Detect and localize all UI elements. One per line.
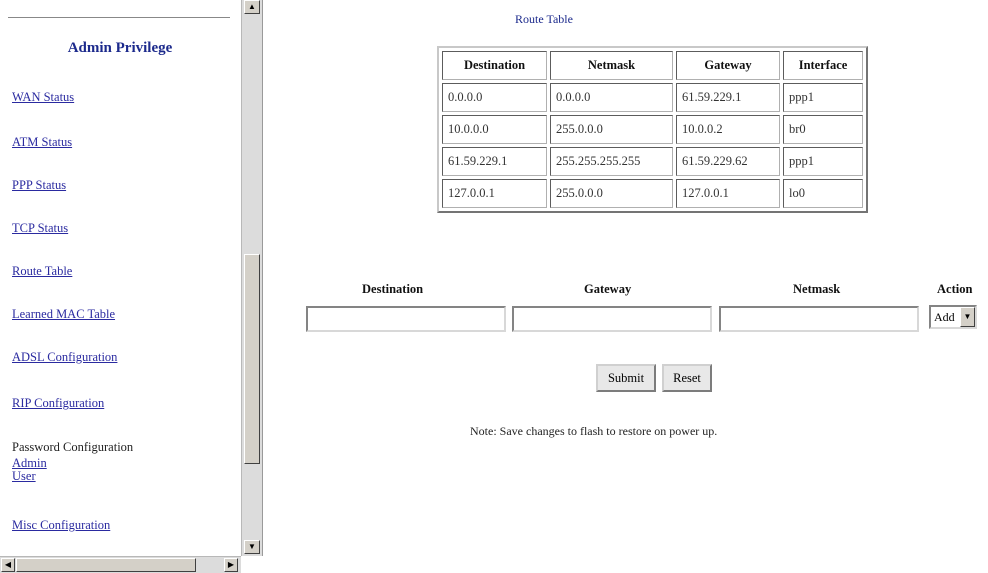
column-header-gateway: Gateway: [676, 51, 780, 80]
page-title: Route Table: [515, 12, 573, 26]
left-nav-frame: Admin Privilege WAN Status ATM Status PP…: [0, 0, 264, 573]
cell-netmask: 255.0.0.0: [550, 115, 673, 144]
cell-destination: 61.59.229.1: [442, 147, 547, 176]
cell-netmask: 0.0.0.0: [550, 83, 673, 112]
cell-interface: ppp1: [783, 147, 863, 176]
scroll-left-arrow-icon[interactable]: ◀: [1, 558, 15, 572]
cell-destination: 10.0.0.0: [442, 115, 547, 144]
gateway-input[interactable]: [512, 306, 712, 332]
column-header-netmask: Netmask: [550, 51, 673, 80]
destination-label: Destination: [362, 282, 424, 296]
cell-gateway: 127.0.0.1: [676, 179, 780, 208]
nav-link-ppp-status[interactable]: PPP Status: [12, 178, 66, 193]
nav-content: Admin Privilege WAN Status ATM Status PP…: [0, 0, 240, 556]
cell-netmask: 255.255.255.255: [550, 147, 673, 176]
netmask-input[interactable]: [719, 306, 919, 332]
vertical-scrollbar[interactable]: ▲ ▼: [241, 0, 263, 556]
action-label: Action: [937, 282, 973, 296]
nav-link-rip-configuration[interactable]: RIP Configuration: [12, 396, 104, 411]
cell-destination: 127.0.0.1: [442, 179, 547, 208]
nav-divider: [8, 17, 230, 18]
cell-interface: ppp1: [783, 83, 863, 112]
route-table-header-row: Destination Netmask Gateway Interface: [442, 51, 863, 80]
table-row: 10.0.0.0 255.0.0.0 10.0.0.2 br0: [442, 115, 863, 144]
table-row: 61.59.229.1 255.255.255.255 61.59.229.62…: [442, 147, 863, 176]
cell-interface: lo0: [783, 179, 863, 208]
vertical-scroll-thumb[interactable]: [244, 254, 260, 464]
nav-link-route-table[interactable]: Route Table: [12, 264, 72, 279]
table-row: 127.0.0.1 255.0.0.0 127.0.0.1 lo0: [442, 179, 863, 208]
netmask-label: Netmask: [793, 282, 841, 296]
nav-label-password-configuration: Password Configuration: [12, 440, 134, 454]
nav-link-learned-mac-table[interactable]: Learned MAC Table: [12, 307, 115, 322]
nav-link-atm-status[interactable]: ATM Status: [12, 135, 72, 150]
horizontal-scroll-thumb[interactable]: [16, 558, 196, 572]
reset-button[interactable]: Reset: [662, 364, 712, 392]
scroll-right-arrow-icon[interactable]: ▶: [224, 558, 238, 572]
chevron-down-icon[interactable]: ▼: [960, 307, 975, 327]
save-note: Note: Save changes to flash to restore o…: [470, 424, 718, 438]
column-header-interface: Interface: [783, 51, 863, 80]
cell-gateway: 61.59.229.62: [676, 147, 780, 176]
action-select[interactable]: Add ▼: [929, 305, 977, 329]
column-header-destination: Destination: [442, 51, 547, 80]
nav-link-tcp-status[interactable]: TCP Status: [12, 221, 68, 236]
action-select-value: Add: [934, 310, 955, 324]
submit-button[interactable]: Submit: [596, 364, 656, 392]
cell-gateway: 10.0.0.2: [676, 115, 780, 144]
horizontal-scrollbar[interactable]: ◀ ▶: [0, 556, 241, 573]
nav-link-misc-configuration[interactable]: Misc Configuration: [12, 518, 110, 533]
nav-link-wan-status[interactable]: WAN Status: [12, 90, 74, 105]
route-table: Destination Netmask Gateway Interface 0.…: [437, 46, 868, 213]
scroll-down-arrow-icon[interactable]: ▼: [244, 540, 260, 554]
cell-destination: 0.0.0.0: [442, 83, 547, 112]
table-row: 0.0.0.0 0.0.0.0 61.59.229.1 ppp1: [442, 83, 863, 112]
destination-input[interactable]: [306, 306, 506, 332]
nav-link-user[interactable]: User: [12, 469, 36, 484]
scroll-up-arrow-icon[interactable]: ▲: [244, 0, 260, 14]
gateway-label: Gateway: [584, 282, 632, 296]
nav-link-adsl-configuration[interactable]: ADSL Configuration: [12, 350, 117, 365]
cell-netmask: 255.0.0.0: [550, 179, 673, 208]
nav-title: Admin Privilege: [67, 40, 173, 56]
cell-interface: br0: [783, 115, 863, 144]
cell-gateway: 61.59.229.1: [676, 83, 780, 112]
